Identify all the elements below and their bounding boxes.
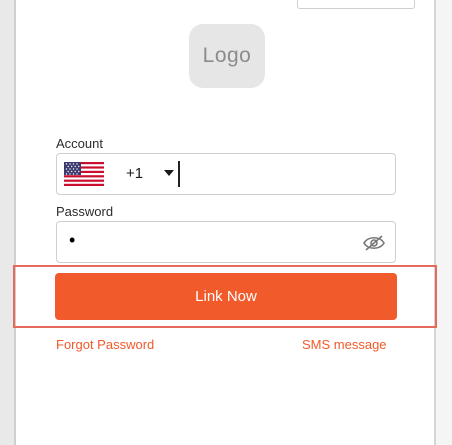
account-input[interactable] [185, 160, 389, 190]
password-input[interactable]: • [69, 230, 75, 251]
forgot-password-link[interactable]: Forgot Password [56, 337, 154, 352]
sms-message-link[interactable]: SMS message [302, 337, 387, 352]
eye-off-icon[interactable] [363, 234, 385, 252]
password-field[interactable]: • [56, 221, 396, 263]
chevron-down-icon[interactable] [164, 170, 174, 176]
left-frame-border [14, 0, 16, 445]
logo-text: Logo [202, 44, 252, 67]
right-frame [436, 0, 452, 445]
account-field[interactable]: +1 [56, 153, 396, 195]
top-dropdown-edge[interactable] [297, 0, 415, 9]
account-label: Account [56, 136, 103, 151]
country-code[interactable]: +1 [126, 165, 143, 182]
app-logo: Logo [189, 24, 265, 88]
left-frame [0, 0, 14, 445]
text-cursor [178, 161, 180, 187]
link-now-button[interactable]: Link Now [55, 273, 397, 320]
us-flag-icon[interactable] [64, 162, 104, 186]
password-label: Password [56, 204, 114, 219]
